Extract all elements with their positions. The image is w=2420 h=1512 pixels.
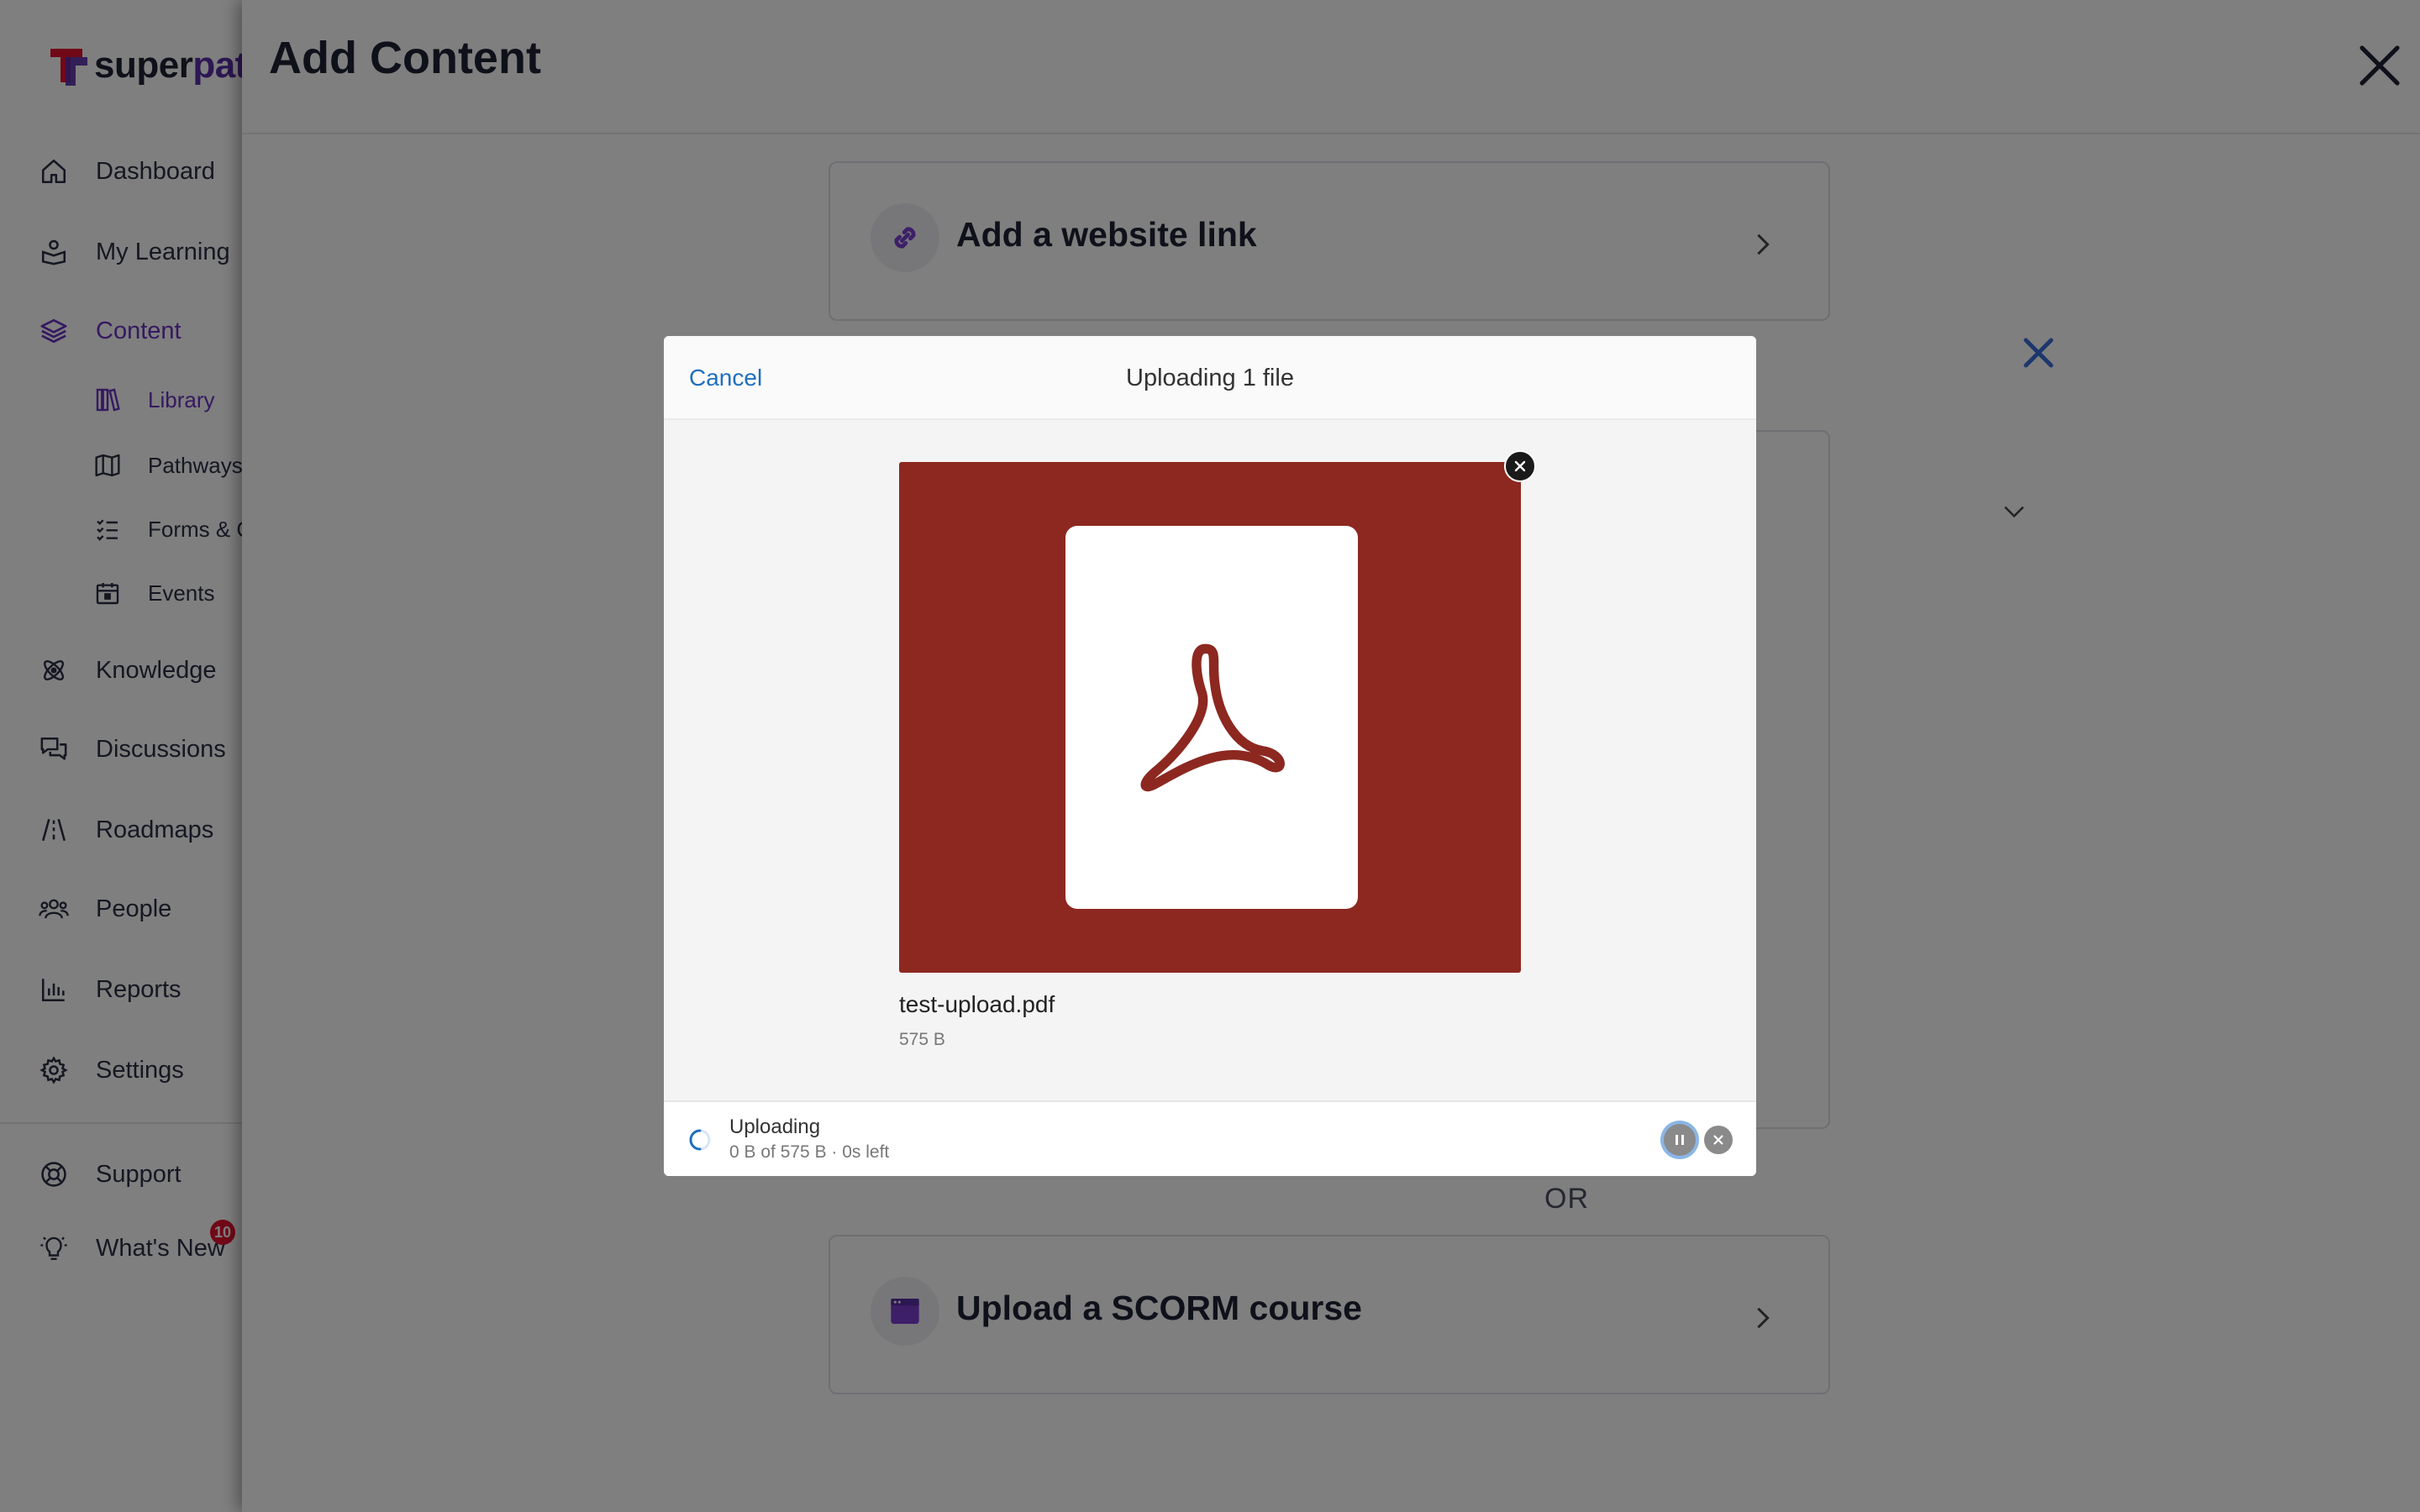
cancel-upload-button[interactable] [1704, 1126, 1733, 1154]
pdf-icon [1140, 643, 1285, 792]
status-detail: 0 B of 575 B · 0s left [729, 1142, 890, 1162]
file-size: 575 B [899, 1030, 945, 1049]
pause-upload-button[interactable] [1664, 1124, 1696, 1156]
cancel-button[interactable]: Cancel [689, 365, 762, 391]
file-thumbnail [1065, 526, 1358, 909]
spinner-icon [689, 1129, 711, 1151]
close-icon [1514, 460, 1526, 472]
status-title: Uploading [729, 1116, 821, 1138]
pause-icon [1676, 1135, 1684, 1145]
file-name: test-upload.pdf [899, 991, 1055, 1017]
remove-file-button[interactable] [1504, 450, 1536, 482]
upload-modal: Uploading 1 file Cancel test-upload.pdf … [664, 336, 1756, 1176]
file-preview [899, 462, 1521, 973]
close-icon [1713, 1135, 1723, 1145]
upload-status-bar: Uploading 0 B of 575 B · 0s left [664, 1100, 1756, 1176]
modal-header: Uploading 1 file Cancel [664, 336, 1756, 420]
modal-title: Uploading 1 file [1126, 365, 1294, 391]
